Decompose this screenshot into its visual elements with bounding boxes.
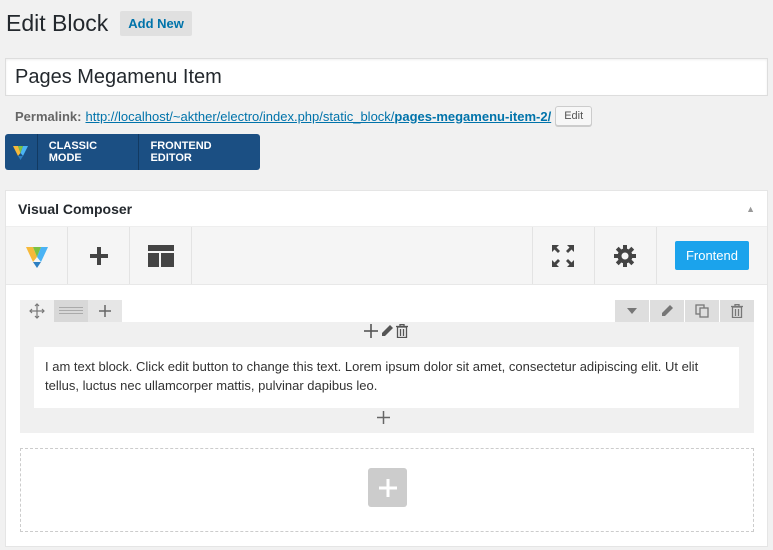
frontend-button[interactable]: Frontend: [674, 241, 749, 270]
add-element-to-column-button[interactable]: [377, 408, 390, 429]
fullscreen-button[interactable]: [531, 227, 594, 284]
add-element-large-button[interactable]: [368, 468, 407, 507]
editor-mode-bar: CLASSIC MODE FRONTEND EDITOR: [5, 134, 260, 170]
fullscreen-icon: [552, 244, 575, 267]
permalink-slug: pages-megamenu-item-2/: [394, 108, 552, 124]
move-icon: [29, 303, 45, 319]
page-header: Edit Block Add New: [6, 10, 192, 37]
column-controls: [364, 324, 408, 338]
plus-icon: [99, 305, 111, 317]
permalink-label: Permalink:: [15, 108, 82, 124]
copy-icon: [695, 304, 709, 318]
plus-icon: [377, 411, 390, 424]
text-block-content[interactable]: I am text block. Click edit button to ch…: [34, 347, 739, 408]
plus-icon: [378, 478, 397, 497]
frontend-editor-button[interactable]: FRONTEND EDITOR: [139, 134, 260, 170]
post-title-input[interactable]: Pages Megamenu Item: [5, 58, 768, 96]
page-title: Edit Block: [6, 10, 109, 36]
permalink-base: http://localhost/~akther/electro/index.p…: [85, 108, 395, 124]
vc-logo-icon: [25, 246, 48, 268]
plus-icon: [89, 246, 108, 265]
permalink-link[interactable]: http://localhost/~akther/electro/index.p…: [85, 109, 551, 124]
trash-icon[interactable]: [396, 324, 408, 338]
row-layout-button[interactable]: [54, 300, 88, 322]
visual-composer-panel: Visual Composer ▲ Frontend I am text blo…: [5, 190, 768, 547]
add-element-button[interactable]: [68, 227, 130, 284]
vc-panel-header: Visual Composer ▲: [6, 191, 767, 227]
vc-panel-title: Visual Composer: [18, 200, 133, 217]
classic-mode-button[interactable]: CLASSIC MODE: [38, 134, 140, 170]
row-delete-button[interactable]: [720, 300, 754, 322]
row-edit-button[interactable]: [650, 300, 684, 322]
row-layout-icon: [59, 307, 83, 314]
plus-icon[interactable]: [364, 324, 378, 338]
collapse-arrow-icon[interactable]: ▲: [746, 204, 755, 214]
permalink-edit-button[interactable]: Edit: [555, 106, 593, 126]
templates-button[interactable]: [130, 227, 192, 284]
vc-logo-button[interactable]: [6, 227, 68, 284]
vc-logo-icon: [5, 134, 38, 170]
chevron-down-icon: [627, 308, 637, 314]
add-new-button[interactable]: Add New: [120, 11, 192, 36]
gear-icon: [614, 244, 637, 267]
row-controls: [20, 300, 754, 322]
permalink-row: Permalink: http://localhost/~akther/elec…: [15, 106, 593, 126]
pencil-icon: [662, 305, 673, 316]
row-add-column-button[interactable]: [88, 300, 122, 322]
row-clone-button[interactable]: [685, 300, 719, 322]
settings-button[interactable]: [593, 227, 656, 284]
template-layout-icon: [147, 244, 174, 267]
row-drag-handle[interactable]: [20, 300, 54, 322]
row-toggle-button[interactable]: [615, 300, 649, 322]
row-content: I am text block. Click edit button to ch…: [20, 322, 754, 433]
add-row-dropzone[interactable]: [20, 448, 754, 532]
vc-toolbar: Frontend: [6, 227, 767, 285]
trash-icon: [731, 304, 743, 318]
pencil-icon[interactable]: [380, 324, 394, 338]
